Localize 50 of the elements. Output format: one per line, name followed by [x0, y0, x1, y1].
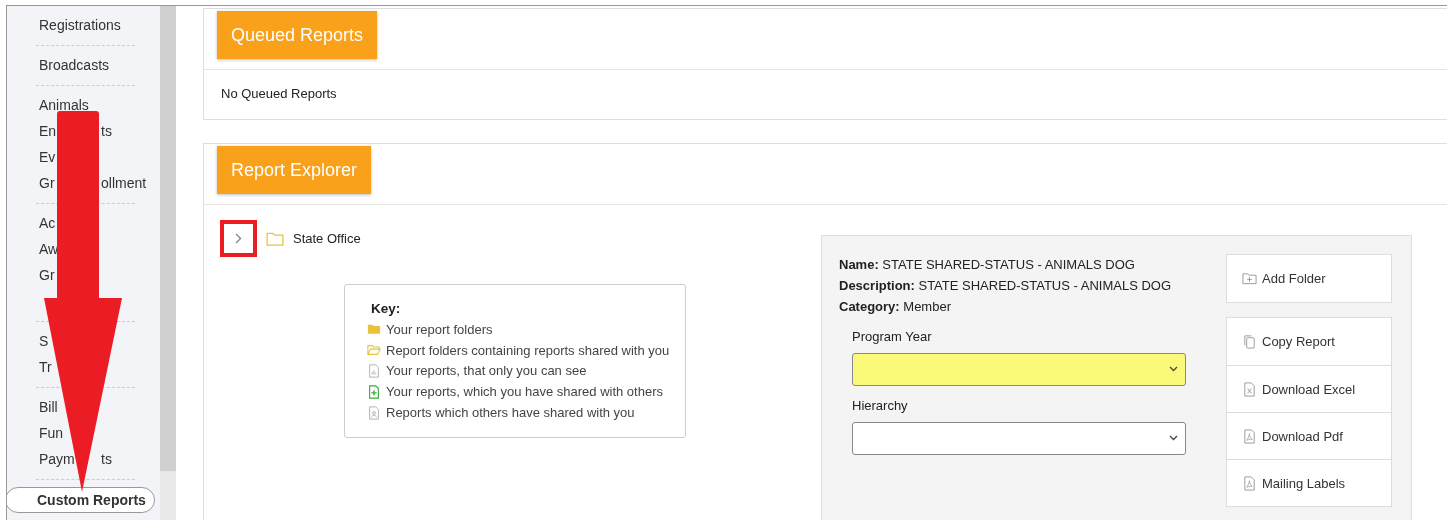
select-field[interactable] — [852, 422, 1186, 455]
chevron-right-icon — [235, 233, 242, 244]
section-header: Report Explorer — [217, 146, 372, 194]
section-header: Queued Reports — [217, 11, 378, 59]
key-text: Report folders containing reports shared with you — [386, 342, 670, 358]
copy-icon — [1242, 334, 1257, 349]
person-document-icon — [367, 405, 381, 420]
sidebar-item[interactable]: Tr — [39, 359, 52, 375]
detail-text: Name: STATE SHARED-STATUS - ANIMALS DOG — [839, 256, 1136, 274]
sidebar-item[interactable]: Gr — [39, 267, 55, 283]
sidebar-item[interactable]: Bill — [39, 399, 58, 415]
folder-icon — [367, 322, 381, 337]
sidebar-item[interactable]: Ev — [39, 149, 56, 165]
field-label: Program Year — [852, 329, 933, 344]
sidebar-item[interactable]: S — [39, 333, 49, 349]
key-text: Your report folders — [386, 321, 493, 337]
sidebar-item[interactable]: Registrations — [39, 17, 121, 33]
sidebar-item[interactable]: ts — [101, 451, 112, 467]
field-label: Hierarchy — [852, 398, 909, 413]
sidebar-item[interactable]: ts — [101, 123, 112, 139]
chart-document-icon — [367, 364, 381, 378]
detail-text: Description: STATE SHARED-STATUS - ANIMALS DOG — [839, 277, 1173, 295]
sidebar-item[interactable]: Ac — [39, 215, 56, 231]
sidebar-item[interactable]: Custom Reports — [7, 487, 155, 513]
key-text: Reports which others have shared with you — [386, 405, 635, 421]
scrollbar[interactable] — [160, 6, 176, 520]
open-folder-icon — [367, 343, 381, 358]
pdf-file-icon — [1242, 475, 1257, 491]
sidebar-item[interactable]: En — [39, 123, 57, 139]
sidebar-item[interactable]: ollment — [101, 175, 147, 191]
expand-chevron[interactable] — [220, 220, 257, 257]
add-folder-icon — [1242, 271, 1257, 286]
sidebar-item[interactable]: Gr — [39, 175, 55, 191]
key-text: Your reports, that only you can see — [386, 363, 587, 379]
detail-text: Category: Member — [839, 298, 952, 316]
sidebar-item[interactable]: Fun — [39, 425, 64, 441]
chevron-down-icon — [1169, 366, 1178, 372]
chevron-down-icon — [1169, 435, 1178, 441]
spreadsheet-file-icon — [1242, 381, 1257, 397]
sidebar-item[interactable]: Paym — [39, 451, 75, 467]
sidebar-item[interactable]: Aw — [39, 241, 59, 257]
tree-node[interactable]: State Office — [293, 231, 361, 246]
empty-message: No Queued Reports — [221, 86, 338, 101]
select-field[interactable] — [852, 353, 1186, 386]
sidebar-item[interactable]: Animals — [39, 97, 89, 113]
key-title: Key: — [371, 301, 402, 316]
pdf-file-icon — [1242, 428, 1257, 444]
key-text: Your reports, which you have shared with others — [386, 384, 663, 400]
sidebar-item[interactable]: Broadcasts — [39, 57, 110, 73]
plus-document-icon — [367, 384, 381, 399]
